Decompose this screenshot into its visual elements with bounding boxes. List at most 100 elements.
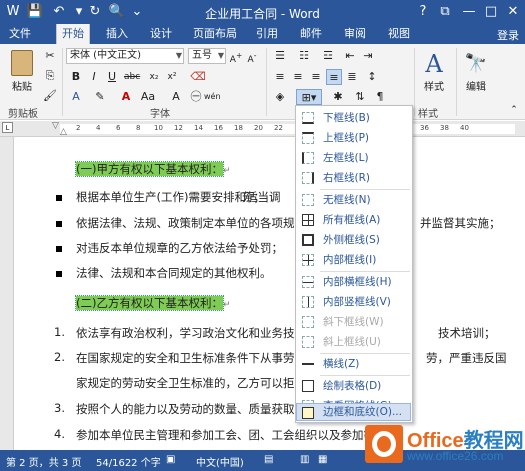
menu-item-top-border[interactable]: 上框线(P) [297,128,412,148]
clipboard-icon [11,50,33,76]
language-indicator[interactable]: 中文(中国) [196,454,244,469]
inside-vertical-border-icon [302,296,314,308]
section-heading-2: (二)乙方有权以下基本权利：↵ [75,295,231,311]
word-count[interactable]: 54/1622 个字 [96,454,161,469]
collapse-ribbon-icon[interactable]: ⌃ [506,102,522,118]
group-divider [266,48,267,116]
highlight-icon[interactable]: ✎ [92,89,108,105]
align-right-icon[interactable]: ≡ [308,69,324,85]
bullet-marker [56,271,62,277]
minimize-button[interactable]: — [458,2,480,22]
italic-icon[interactable]: I [86,69,102,85]
first-line-indent-marker[interactable]: ▽ [52,121,59,131]
align-center-icon[interactable]: ≡ [290,69,306,85]
ribbon-options-button[interactable]: ⧉ [434,2,456,22]
paste-button[interactable]: 粘贴 [4,50,40,93]
ruler-number: 10 [154,124,163,132]
group-divider [414,48,415,116]
font-name-combo[interactable]: 宋体 (中文正文) ▼ [66,48,184,64]
bold-icon[interactable]: B [68,69,84,85]
vertical-ruler[interactable] [0,137,14,450]
macro-record-icon[interactable]: ▤ [264,454,273,465]
sort-icon[interactable]: ⇅ [352,89,368,105]
chinese-layout-icon[interactable]: ✱ [330,89,346,105]
menu-item-left-border[interactable]: 左框线(L) [297,148,412,168]
shrink-font-icon[interactable]: A- [244,48,260,65]
bottom-border-icon [302,112,314,124]
distributed-icon[interactable]: ≣ [344,69,360,85]
page-count[interactable]: 第 2 页，共 3 页 [6,454,81,469]
menu-item-outside-borders[interactable]: 外侧框线(S) [297,230,412,250]
menu-item-inside-borders[interactable]: 内部框线(I) [297,250,412,270]
subscript-icon[interactable]: x₂ [146,69,162,85]
tab-design[interactable]: 设计 [144,24,178,44]
menu-item-borders-and-shading[interactable]: 边框和底纹(O)... [296,403,411,421]
format-painter-icon[interactable]: 🖌 [42,88,58,104]
show-marks-icon[interactable]: ¶ [372,89,388,105]
line-spacing-icon[interactable]: ↕ [364,69,380,85]
tab-home[interactable]: 开始 [56,24,90,44]
increase-indent-icon[interactable]: ⇥ [360,48,376,64]
bullets-icon[interactable]: ☰ [272,48,288,64]
numbering-icon[interactable]: ☷ [296,48,312,64]
tab-page-layout[interactable]: 页面布局 [190,24,240,44]
underline-icon[interactable]: U [104,69,120,85]
list-item: 按照个人的能力以及劳动的数量、质量获取 [76,402,295,416]
menu-item-right-border[interactable]: 右框线(R) [297,168,412,188]
superscript-icon[interactable]: x² [164,69,180,85]
menu-item-inside-vertical[interactable]: 内部竖框线(V) [297,292,412,312]
print-layout-icon[interactable]: ▦ [318,454,327,465]
menu-item-all-borders[interactable]: 所有框线(A) [297,210,412,230]
proofing-icon[interactable]: ▣ [166,454,175,465]
borders-button[interactable]: ⊞▾ [296,89,322,105]
editing-button[interactable]: 🔭 编辑 [458,50,494,93]
ruler-number: 12 [174,124,183,132]
multilevel-list-icon[interactable]: ☲ [320,48,336,64]
menu-item-no-border[interactable]: 无框线(N) [297,190,412,210]
tab-review[interactable]: 审阅 [338,24,372,44]
menu-item-inside-horizontal[interactable]: 内部横框线(H) [297,272,412,292]
change-case-icon[interactable]: Aa [140,89,156,105]
grow-font-icon[interactable]: A+ [228,48,244,65]
tab-file[interactable]: 文件 [0,24,40,44]
tab-selector-icon[interactable]: L [2,122,13,133]
close-button[interactable]: ✕ [502,2,524,22]
sign-in-link[interactable]: 登录 [497,27,519,43]
tab-insert[interactable]: 插入 [100,24,134,44]
strikethrough-icon[interactable]: abc [124,69,140,85]
font-name-value: 宋体 (中文正文) [70,50,141,61]
text-effects-icon[interactable]: A [68,89,84,105]
help-button[interactable]: ? [412,2,434,22]
menu-item-bottom-border[interactable]: 下框线(B) [297,108,412,128]
justify-icon[interactable]: ≡ [326,69,342,85]
list-item-tail: 技术培训； [438,326,496,340]
clear-format-icon[interactable]: ⌫ [190,69,206,85]
ruler-number: 20 [254,124,263,132]
bullet-marker [56,221,62,227]
menu-item-horizontal-line[interactable]: 横线(Z) [297,354,412,374]
list-item-tail: 并监督其实施； [420,216,501,230]
horizontal-ruler[interactable]: L ▽ △ 2 4 6 8 10 12 14 16 18 20 22 36 38… [0,121,525,137]
hanging-indent-marker[interactable]: △ [60,127,67,137]
menu-item-draw-table[interactable]: 绘制表格(D) [297,376,412,396]
tab-mailings[interactable]: 邮件 [294,24,328,44]
char-shading-icon[interactable]: A [168,89,184,105]
copy-icon[interactable]: ⎘ [42,68,58,84]
maximize-button[interactable]: □ [480,2,502,22]
enclose-char-icon[interactable]: ㊀ [188,89,204,105]
cut-icon[interactable]: ✂ [42,48,58,64]
tab-view[interactable]: 视图 [382,24,416,44]
shading-icon[interactable]: ◈ [272,89,288,105]
font-color-icon[interactable]: A [118,89,134,105]
styles-button[interactable]: A 样式 [416,50,452,93]
site-watermark: Office教程网 www.office26.com [365,425,525,469]
align-left-icon[interactable]: ≡ [272,69,288,85]
document-canvas[interactable]: (一)甲方有权以下基本权利：↵ 根据本单位生产(工作)需要安排和适当调 芳； 依… [14,137,525,450]
decrease-indent-icon[interactable]: ⇤ [342,48,358,64]
font-group-label: 字体 [150,109,170,120]
list-item: 在国家规定的安全和卫生标准条件下从事劳 [76,351,295,365]
phonetic-guide-icon[interactable]: wén [204,89,221,105]
read-mode-icon[interactable]: ▥ [300,454,309,465]
tab-references[interactable]: 引用 [250,24,284,44]
font-size-combo[interactable]: 五号 ▼ [188,48,226,64]
